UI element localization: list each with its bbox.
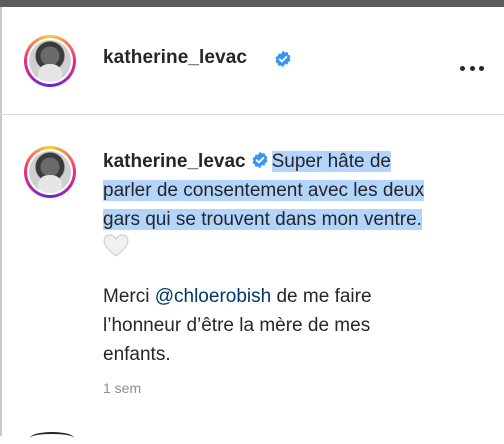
dot-icon bbox=[469, 65, 475, 71]
avatar-image bbox=[29, 151, 71, 193]
caption-line-3: gars qui se trouvent dans mon ventre. bbox=[103, 209, 422, 230]
caption-text: katherine_levac Super hâte de parler de co… bbox=[103, 147, 495, 263]
post-header: katherine_levac bbox=[2, 7, 504, 113]
caption-username[interactable]: katherine_levac bbox=[103, 151, 246, 172]
dot-icon bbox=[479, 65, 484, 71]
more-options-button[interactable] bbox=[460, 63, 484, 73]
caption-text-segment: Merci bbox=[103, 286, 155, 307]
comment-timestamp[interactable]: 1 sem bbox=[103, 380, 141, 396]
caption-paragraph-2: Merci @chloerobish de me faire l’honneur … bbox=[103, 282, 495, 369]
profile-avatar[interactable] bbox=[24, 35, 76, 87]
caption-text-segment: l’honneur d’être la mère de mes bbox=[103, 315, 371, 336]
next-comment-avatar bbox=[30, 432, 74, 444]
window-top-bar bbox=[0, 0, 504, 7]
verified-badge-icon bbox=[275, 50, 291, 68]
white-heart-icon bbox=[103, 234, 129, 257]
header-divider bbox=[2, 114, 504, 115]
dot-icon bbox=[460, 65, 465, 71]
header-username[interactable]: katherine_levac bbox=[103, 47, 247, 69]
caption-text-segment: enfants. bbox=[103, 344, 171, 365]
caption-line-2: parler de consentement avec les deux bbox=[103, 180, 425, 201]
mention-link[interactable]: @chloerobish bbox=[155, 286, 271, 307]
caption-line-1: Super hâte de bbox=[271, 151, 391, 172]
verified-badge-icon bbox=[252, 151, 268, 169]
caption-text-segment: de me faire bbox=[271, 286, 372, 307]
comment-avatar[interactable] bbox=[24, 146, 76, 198]
avatar-image bbox=[29, 40, 71, 82]
